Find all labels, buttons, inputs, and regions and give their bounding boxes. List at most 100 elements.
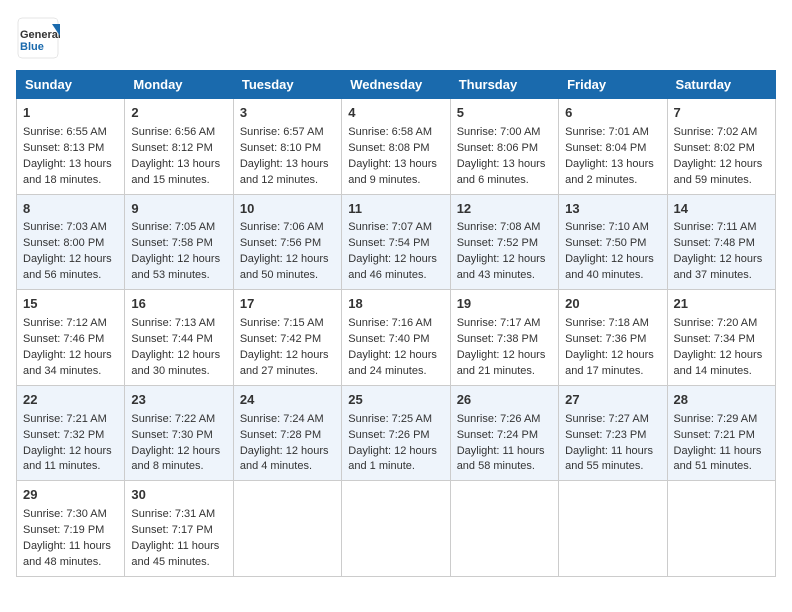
- calendar-week-row: 8 Sunrise: 7:03 AM Sunset: 8:00 PM Daylight…: [17, 194, 776, 290]
- calendar-cell: 30Sunrise: 7:31 AMSunset: 7:17 PMDayligh…: [125, 481, 233, 577]
- daylight-text: Daylight: 12 hours and 27 minutes.: [240, 349, 329, 377]
- column-header-wednesday: Wednesday: [342, 71, 450, 99]
- column-header-monday: Monday: [125, 71, 233, 99]
- calendar-table: SundayMondayTuesdayWednesdayThursdayFrid…: [16, 70, 776, 577]
- sunset-text: Sunset: 7:36 PM: [565, 333, 646, 345]
- day-number: 8: [23, 200, 118, 219]
- sunrise-text: Sunrise: 7:08 AM: [457, 221, 541, 233]
- calendar-cell: 5Sunrise: 7:00 AMSunset: 8:06 PMDaylight…: [450, 99, 558, 195]
- sunset-text: Sunset: 7:40 PM: [348, 333, 429, 345]
- day-number: 10: [240, 200, 335, 219]
- day-number: 20: [565, 295, 660, 314]
- daylight-text: Daylight: 13 hours and 2 minutes.: [565, 158, 654, 186]
- calendar-cell: 17Sunrise: 7:15 AMSunset: 7:42 PMDayligh…: [233, 290, 341, 386]
- daylight-text: Daylight: 11 hours and 55 minutes.: [565, 445, 653, 473]
- sunrise-text: Sunrise: 7:12 AM: [23, 317, 107, 329]
- daylight-text: Daylight: 12 hours and 14 minutes.: [674, 349, 763, 377]
- calendar-cell: 18Sunrise: 7:16 AMSunset: 7:40 PMDayligh…: [342, 290, 450, 386]
- sunset-text: Sunset: 7:24 PM: [457, 429, 538, 441]
- sunrise-text: Sunrise: 7:29 AM: [674, 413, 758, 425]
- daylight-text: Daylight: 12 hours and 56 minutes.: [23, 253, 112, 281]
- sunset-text: Sunset: 8:00 PM: [23, 237, 104, 249]
- sunrise-text: Sunrise: 7:02 AM: [674, 126, 758, 138]
- sunset-text: Sunset: 7:48 PM: [674, 237, 755, 249]
- day-number: 22: [23, 391, 118, 410]
- day-number: 2: [131, 104, 226, 123]
- sunset-text: Sunset: 8:04 PM: [565, 142, 646, 154]
- day-number: 21: [674, 295, 769, 314]
- column-header-friday: Friday: [559, 71, 667, 99]
- sunrise-text: Sunrise: 7:21 AM: [23, 413, 107, 425]
- calendar-cell: 14Sunrise: 7:11 AMSunset: 7:48 PMDayligh…: [667, 194, 775, 290]
- sunrise-text: Sunrise: 7:27 AM: [565, 413, 649, 425]
- calendar-cell: 3Sunrise: 6:57 AMSunset: 8:10 PMDaylight…: [233, 99, 341, 195]
- sunrise-text: Sunrise: 7:24 AM: [240, 413, 324, 425]
- calendar-cell: 23Sunrise: 7:22 AMSunset: 7:30 PMDayligh…: [125, 385, 233, 481]
- calendar-cell: 20Sunrise: 7:18 AMSunset: 7:36 PMDayligh…: [559, 290, 667, 386]
- daylight-text: Daylight: 11 hours and 45 minutes.: [131, 540, 219, 568]
- calendar-cell: 4Sunrise: 6:58 AMSunset: 8:08 PMDaylight…: [342, 99, 450, 195]
- sunset-text: Sunset: 8:02 PM: [674, 142, 755, 154]
- daylight-text: Daylight: 11 hours and 48 minutes.: [23, 540, 111, 568]
- daylight-text: Daylight: 12 hours and 43 minutes.: [457, 253, 546, 281]
- logo-icon: General Blue: [16, 16, 60, 60]
- calendar-cell: 24Sunrise: 7:24 AMSunset: 7:28 PMDayligh…: [233, 385, 341, 481]
- page-header: General Blue: [16, 16, 776, 60]
- sunrise-text: Sunrise: 7:07 AM: [348, 221, 432, 233]
- daylight-text: Daylight: 13 hours and 9 minutes.: [348, 158, 437, 186]
- day-number: 23: [131, 391, 226, 410]
- sunrise-text: Sunrise: 7:00 AM: [457, 126, 541, 138]
- sunrise-text: Sunrise: 6:55 AM: [23, 126, 107, 138]
- day-number: 13: [565, 200, 660, 219]
- sunset-text: Sunset: 7:34 PM: [674, 333, 755, 345]
- calendar-cell: 29Sunrise: 7:30 AMSunset: 7:19 PMDayligh…: [17, 481, 125, 577]
- sunrise-text: Sunrise: 6:58 AM: [348, 126, 432, 138]
- calendar-cell: 28 Sunrise: 7:29 AM Sunset: 7:21 PM Dayligh…: [667, 385, 775, 481]
- daylight-text: Daylight: 12 hours and 53 minutes.: [131, 253, 220, 281]
- daylight-text: Daylight: 12 hours and 40 minutes.: [565, 253, 654, 281]
- calendar-cell: 26Sunrise: 7:26 AMSunset: 7:24 PMDayligh…: [450, 385, 558, 481]
- day-number: 14: [674, 200, 769, 219]
- daylight-text: Daylight: 13 hours and 6 minutes.: [457, 158, 546, 186]
- day-number: 11: [348, 200, 443, 219]
- svg-text:Blue: Blue: [20, 41, 44, 53]
- day-number: 26: [457, 391, 552, 410]
- calendar-cell: 19Sunrise: 7:17 AMSunset: 7:38 PMDayligh…: [450, 290, 558, 386]
- day-number: 28: [674, 391, 769, 410]
- calendar-week-row: 29Sunrise: 7:30 AMSunset: 7:19 PMDayligh…: [17, 481, 776, 577]
- sunrise-text: Sunrise: 6:57 AM: [240, 126, 324, 138]
- sunset-text: Sunset: 7:19 PM: [23, 524, 104, 536]
- day-number: 12: [457, 200, 552, 219]
- calendar-cell: 22Sunrise: 7:21 AMSunset: 7:32 PMDayligh…: [17, 385, 125, 481]
- daylight-text: Daylight: 12 hours and 1 minute.: [348, 445, 437, 473]
- sunset-text: Sunset: 8:08 PM: [348, 142, 429, 154]
- daylight-text: Daylight: 12 hours and 4 minutes.: [240, 445, 329, 473]
- daylight-text: Daylight: 12 hours and 8 minutes.: [131, 445, 220, 473]
- sunset-text: Sunset: 7:44 PM: [131, 333, 212, 345]
- sunrise-text: Sunrise: 7:25 AM: [348, 413, 432, 425]
- calendar-cell: 6Sunrise: 7:01 AMSunset: 8:04 PMDaylight…: [559, 99, 667, 195]
- sunset-text: Sunset: 7:38 PM: [457, 333, 538, 345]
- day-number: 16: [131, 295, 226, 314]
- day-number: 24: [240, 391, 335, 410]
- sunrise-text: Sunrise: 7:20 AM: [674, 317, 758, 329]
- sunrise-text: Sunrise: 7:30 AM: [23, 508, 107, 520]
- day-number: 7: [674, 104, 769, 123]
- sunset-text: Sunset: 7:58 PM: [131, 237, 212, 249]
- calendar-cell: 1Sunrise: 6:55 AMSunset: 8:13 PMDaylight…: [17, 99, 125, 195]
- calendar-cell: 25Sunrise: 7:25 AMSunset: 7:26 PMDayligh…: [342, 385, 450, 481]
- sunrise-text: Sunrise: 7:03 AM: [23, 221, 107, 233]
- day-number: 18: [348, 295, 443, 314]
- day-number: 19: [457, 295, 552, 314]
- sunset-text: Sunset: 8:13 PM: [23, 142, 104, 154]
- daylight-text: Daylight: 11 hours and 51 minutes.: [674, 445, 762, 473]
- sunset-text: Sunset: 7:21 PM: [674, 429, 755, 441]
- sunrise-text: Sunrise: 6:56 AM: [131, 126, 215, 138]
- calendar-cell: 13Sunrise: 7:10 AMSunset: 7:50 PMDayligh…: [559, 194, 667, 290]
- sunrise-text: Sunrise: 7:26 AM: [457, 413, 541, 425]
- calendar-cell: 8 Sunrise: 7:03 AM Sunset: 8:00 PM Daylight…: [17, 194, 125, 290]
- sunset-text: Sunset: 7:30 PM: [131, 429, 212, 441]
- daylight-text: Daylight: 13 hours and 12 minutes.: [240, 158, 329, 186]
- day-number: 25: [348, 391, 443, 410]
- sunrise-text: Sunrise: 7:13 AM: [131, 317, 215, 329]
